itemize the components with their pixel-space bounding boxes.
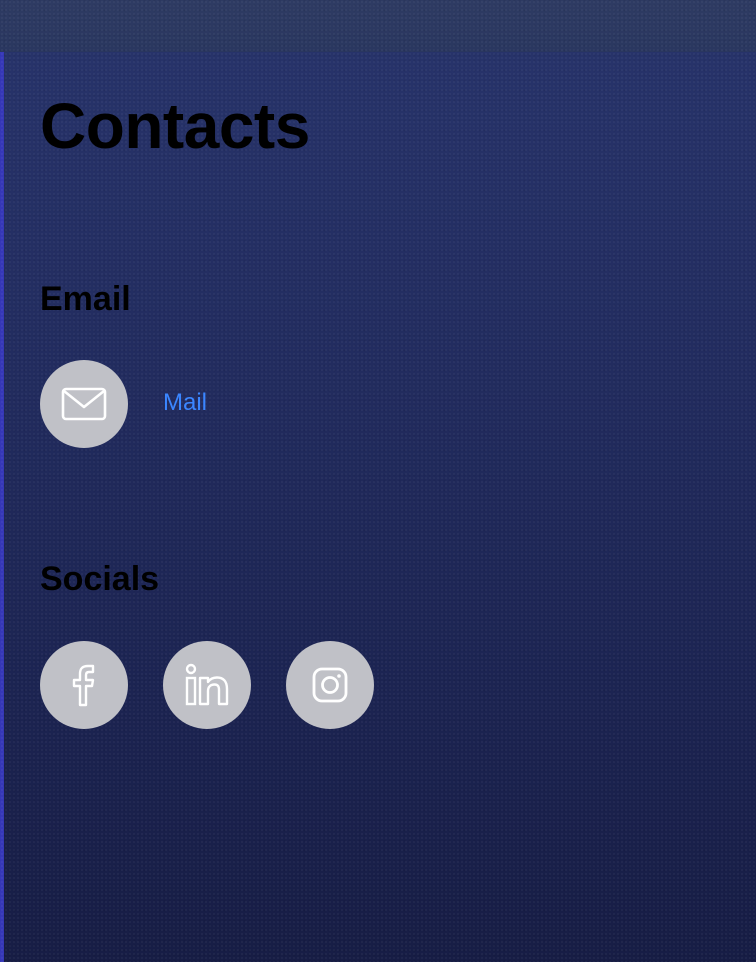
facebook-icon xyxy=(72,664,95,707)
mail-button[interactable] xyxy=(40,360,128,448)
linkedin-button[interactable] xyxy=(163,641,251,729)
mail-icon xyxy=(61,387,107,421)
socials-heading: Socials xyxy=(40,560,160,598)
instagram-button[interactable] xyxy=(286,641,374,729)
instagram-icon xyxy=(312,667,348,703)
top-bar xyxy=(0,0,756,52)
linkedin-icon xyxy=(185,663,229,706)
panel-left-edge xyxy=(0,52,4,962)
mail-link[interactable]: Mail xyxy=(163,389,207,417)
page-title: Contacts xyxy=(40,90,310,162)
facebook-button[interactable] xyxy=(40,641,128,729)
email-heading: Email xyxy=(40,280,131,318)
contacts-panel xyxy=(0,52,756,962)
